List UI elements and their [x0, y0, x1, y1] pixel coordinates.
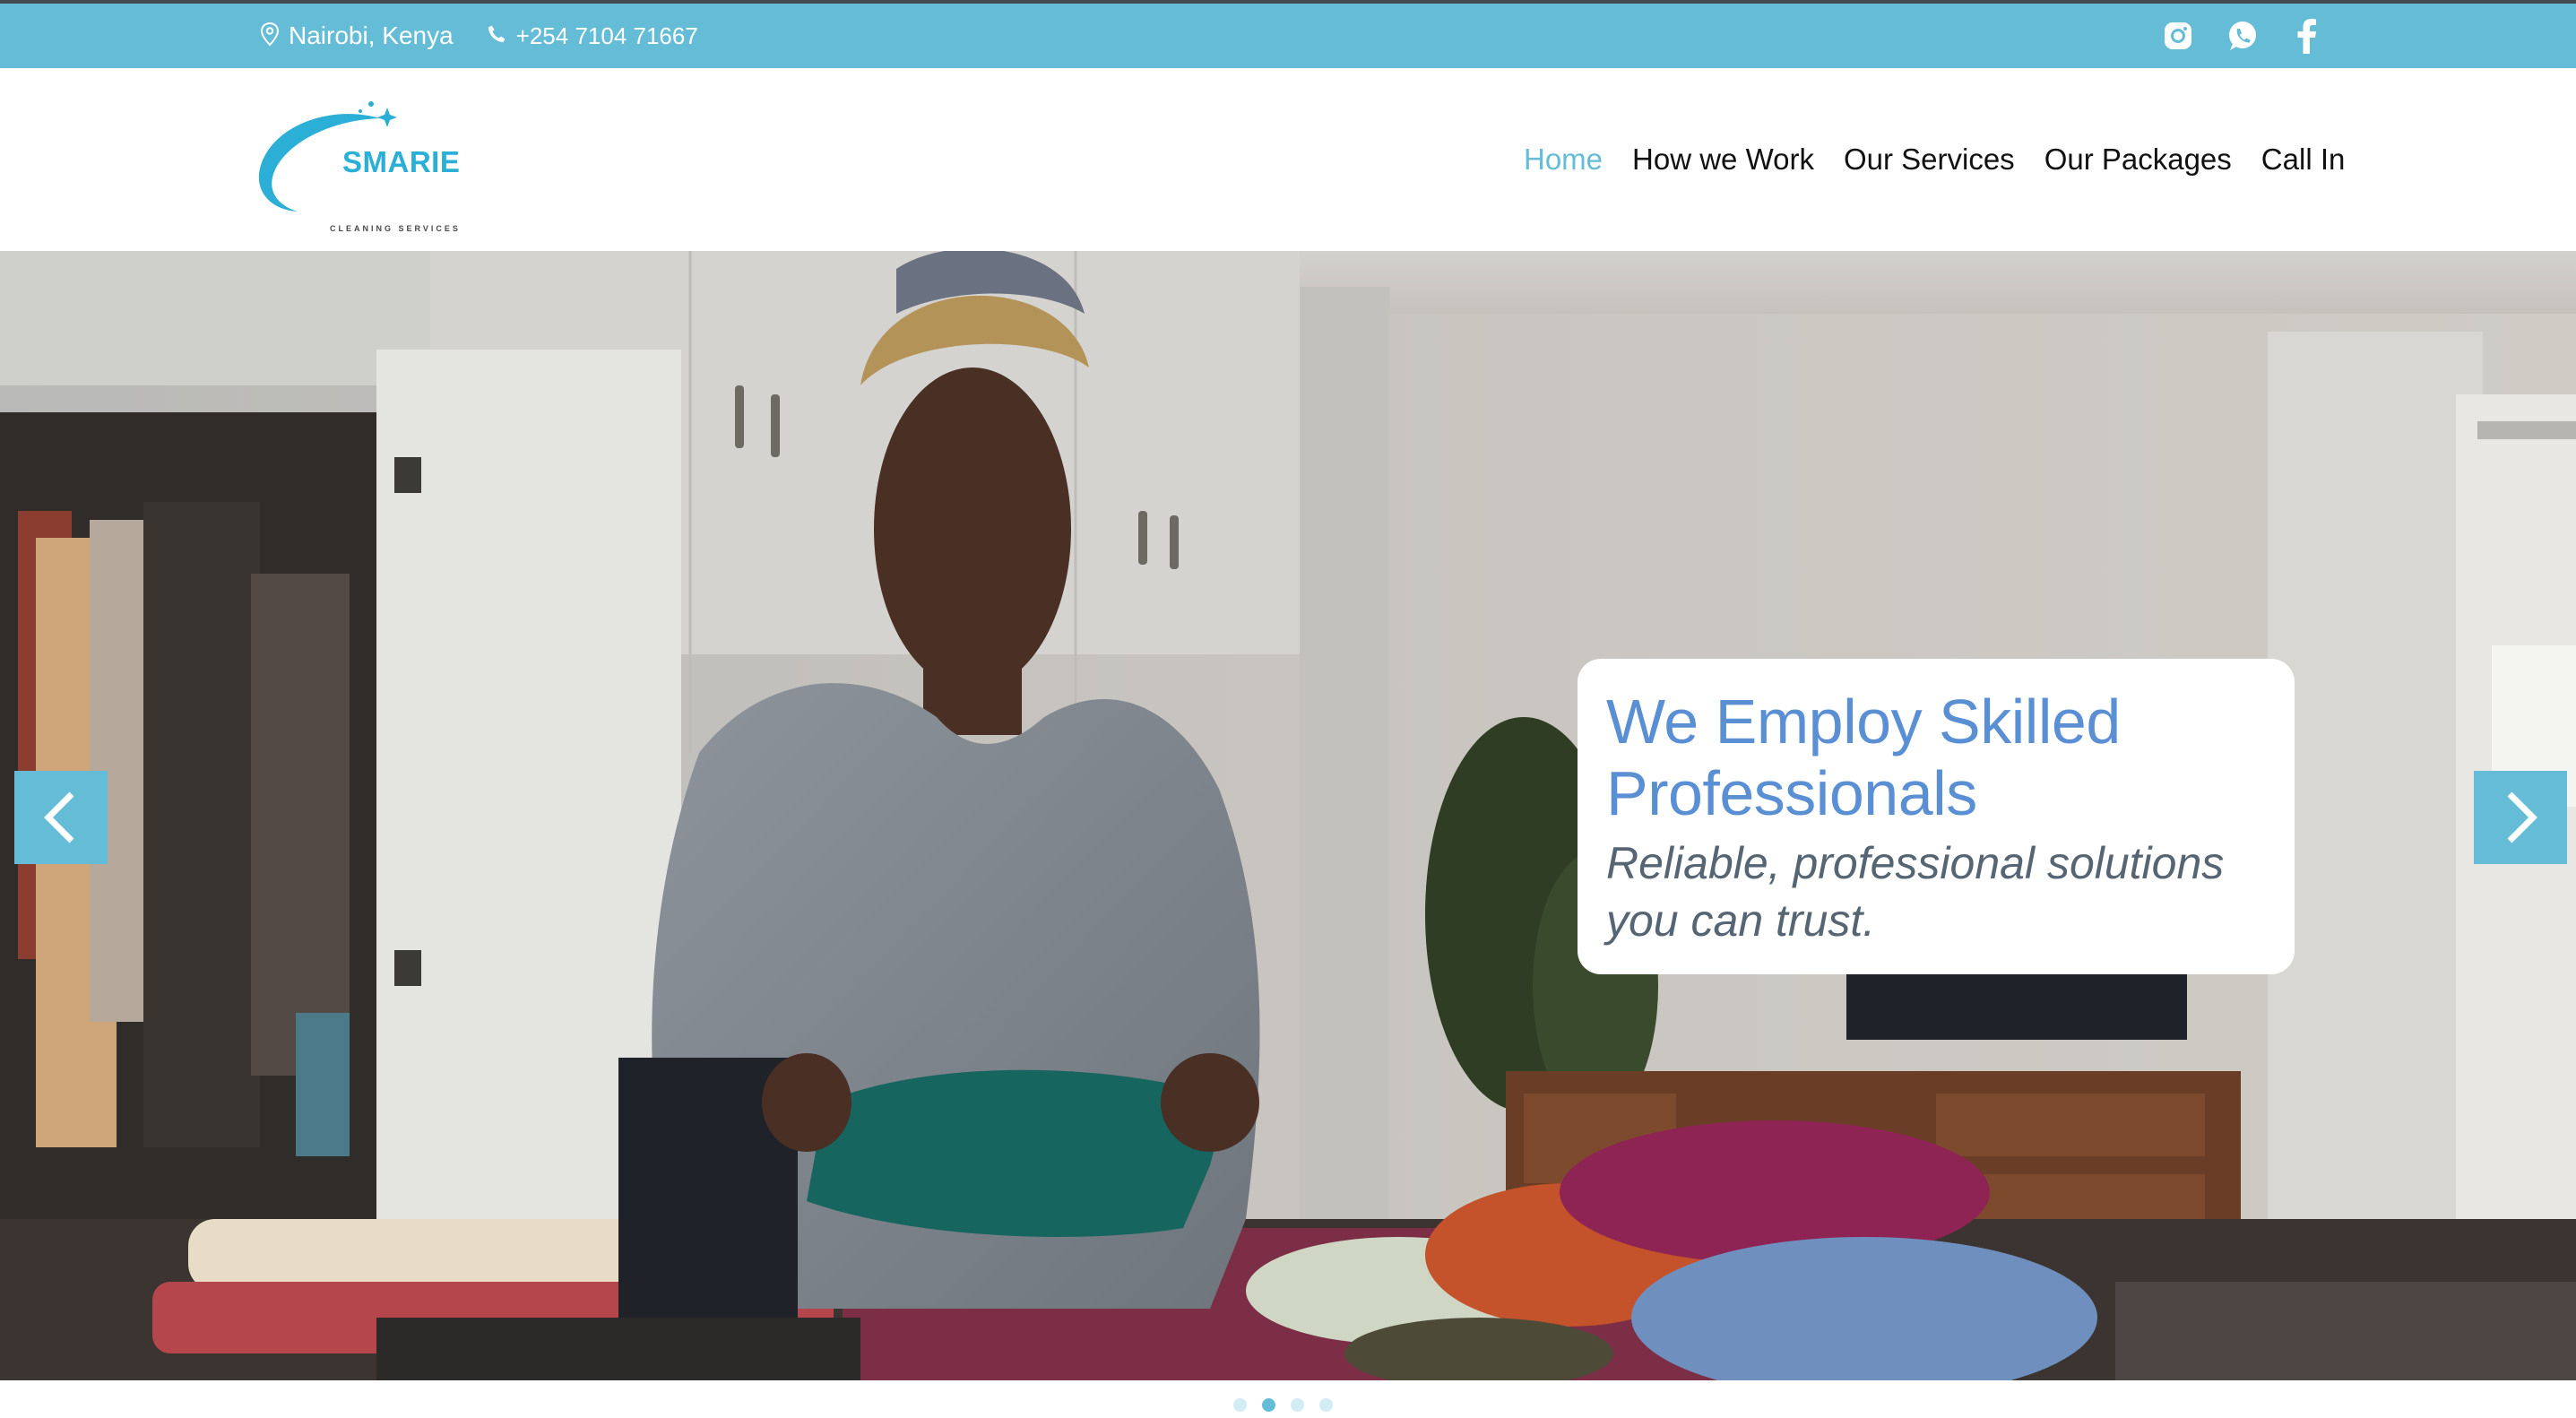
nav-item-how-we-work[interactable]: How we Work	[1632, 143, 1814, 177]
hero-caption: We Employ Skilled Professionals Reliable…	[1578, 659, 2295, 974]
whatsapp-icon[interactable]	[2223, 16, 2262, 56]
site-header: SMARIE CLEANING SERVICES Home How we Wor…	[0, 68, 2576, 251]
social-links	[2158, 4, 2352, 68]
main-nav: Home How we Work Our Services Our Packag…	[1524, 68, 2345, 251]
hero-title: We Employ Skilled Professionals	[1606, 687, 2121, 828]
phone-item[interactable]: +254 7104 71667	[486, 22, 698, 50]
location-text: Nairobi, Kenya	[289, 22, 454, 49]
slide-indicator[interactable]	[1319, 1398, 1333, 1412]
phone-icon	[486, 23, 516, 49]
slider-next-button[interactable]	[2474, 771, 2567, 864]
slider-prev-button[interactable]	[14, 771, 108, 864]
top-info-bar: Nairobi, Kenya +254 7104 71667	[0, 0, 2576, 68]
nav-item-our-packages[interactable]: Our Packages	[2044, 143, 2232, 177]
instagram-icon[interactable]	[2158, 16, 2198, 56]
nav-item-call-in[interactable]: Call In	[2261, 143, 2346, 177]
logo-tagline-text: CLEANING SERVICES	[330, 224, 461, 233]
phone-text[interactable]: +254 7104 71667	[516, 22, 698, 50]
chevron-left-icon	[44, 791, 74, 843]
location-item: Nairobi, Kenya	[260, 22, 454, 51]
logo-brand-text: SMARIE	[342, 145, 461, 178]
nav-item-our-services[interactable]: Our Services	[1844, 143, 2015, 177]
hero-slider: We Employ Skilled Professionals Reliable…	[0, 251, 2576, 1380]
slider-indicators	[1233, 1398, 1348, 1412]
smarie-logo[interactable]: SMARIE CLEANING SERVICES	[255, 95, 479, 233]
map-pin-icon	[260, 22, 289, 51]
slide-indicator-active[interactable]	[1262, 1398, 1275, 1412]
slide-indicator[interactable]	[1233, 1398, 1247, 1412]
chevron-right-icon	[2507, 791, 2537, 843]
hero-subtitle: Reliable, professional solutions you can…	[1606, 838, 2225, 946]
nav-item-home[interactable]: Home	[1524, 143, 1603, 177]
slide-indicator[interactable]	[1291, 1398, 1304, 1412]
contact-info: Nairobi, Kenya +254 7104 71667	[260, 4, 730, 68]
facebook-icon[interactable]	[2287, 16, 2327, 56]
